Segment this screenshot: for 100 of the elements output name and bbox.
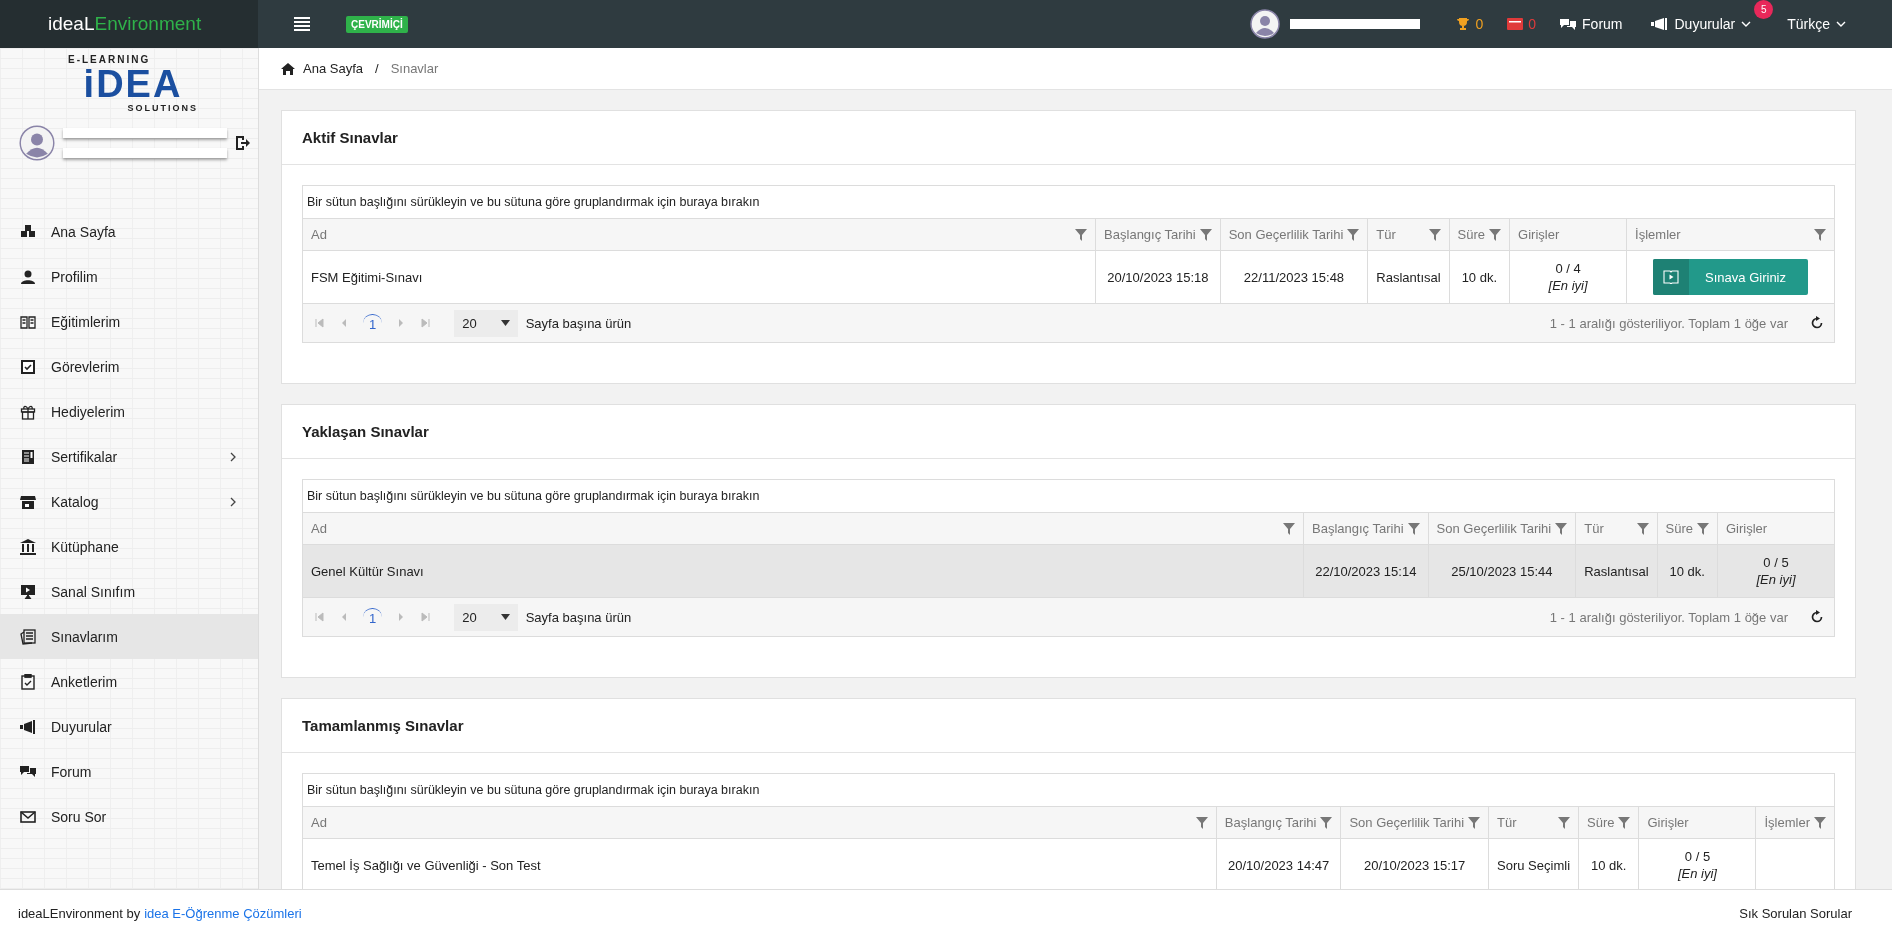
sidebar-item[interactable]: Sanal Sınıfım: [0, 569, 258, 614]
table-cell: 25/10/2023 15:44: [1428, 544, 1576, 597]
column-header[interactable]: Girişler: [1717, 513, 1834, 545]
sidebar-item[interactable]: Ana Sayfa: [0, 209, 258, 254]
cubes-icon: [20, 223, 36, 240]
filter-icon[interactable]: [1283, 522, 1296, 535]
filter-icon[interactable]: [1428, 228, 1441, 241]
column-header[interactable]: Tür: [1575, 513, 1658, 545]
sidebar-item[interactable]: Soru Sor: [0, 794, 258, 839]
pager-info: 1 - 1 aralığı gösteriliyor. Toplam 1 öğe var: [1549, 609, 1788, 625]
page-number[interactable]: 1: [363, 608, 383, 626]
card-icon[interactable]: [1507, 18, 1524, 30]
entries-count: 0 / 5: [1683, 848, 1712, 865]
forum-link[interactable]: Forum: [1560, 16, 1623, 32]
sidebar-item[interactable]: Sınavlarım: [0, 614, 258, 659]
sidebar-item[interactable]: Kütüphane: [0, 524, 258, 569]
sidebar-item[interactable]: Anketlerim: [0, 659, 258, 704]
sidebar-item[interactable]: Katalog: [0, 479, 258, 524]
column-header[interactable]: Başlangıç Tarihi: [1095, 219, 1221, 251]
papers-icon: [20, 628, 36, 645]
column-header[interactable]: Süre: [1578, 807, 1639, 839]
filter-icon[interactable]: [1814, 816, 1826, 829]
refresh-icon[interactable]: [1810, 316, 1824, 330]
column-header[interactable]: Son Geçerlilik Tarihi: [1428, 513, 1576, 545]
presentation-icon: [20, 583, 36, 600]
trophy-icon[interactable]: [1456, 17, 1471, 31]
home-icon[interactable]: [281, 62, 295, 75]
sidebar-item[interactable]: Eğitimlerim: [0, 299, 258, 344]
column-header[interactable]: Süre: [1449, 219, 1510, 251]
page-size-dropdown[interactable]: 20: [454, 603, 518, 631]
sidebar-item[interactable]: Sertifikalar: [0, 434, 258, 479]
panel-title: Yaklaşan Sınavlar: [282, 405, 1855, 459]
column-header[interactable]: Başlangıç Tarihi: [1216, 807, 1341, 839]
avatar-icon: [19, 125, 55, 161]
page-number[interactable]: 1: [363, 314, 383, 332]
column-header[interactable]: Ad: [303, 513, 1304, 545]
column-header[interactable]: Girişler: [1639, 807, 1756, 839]
filter-icon[interactable]: [1195, 816, 1208, 829]
table-cell: Raslantısal: [1575, 544, 1658, 597]
footer-text: ideaLEnvironment by: [18, 906, 141, 921]
table-cell: Genel Kültür Sınavı: [303, 544, 1304, 597]
filter-icon[interactable]: [1320, 816, 1333, 829]
filter-icon[interactable]: [1407, 522, 1420, 535]
megaphone-icon: [1650, 18, 1669, 30]
menu-icon[interactable]: [294, 17, 310, 31]
filter-icon[interactable]: [1075, 228, 1088, 241]
sidebar-item[interactable]: Hediyelerim: [0, 389, 258, 434]
column-header[interactable]: İşlemler: [1756, 807, 1834, 839]
column-header[interactable]: Süre: [1657, 513, 1718, 545]
logout-icon[interactable]: [235, 135, 251, 151]
filter-icon[interactable]: [1555, 522, 1568, 535]
logo-text: iDEA: [83, 65, 183, 103]
certificate-icon: [20, 448, 36, 465]
page-size-label: Sayfa başına ürün: [525, 609, 632, 625]
column-header[interactable]: Son Geçerlilik Tarihi: [1220, 219, 1368, 251]
faq-link[interactable]: Sık Sorulan Sorular: [1739, 906, 1852, 921]
library-icon: [20, 538, 36, 555]
table-cell: FSM Eğitimi-Sınavı: [303, 250, 1096, 303]
filter-icon[interactable]: [1618, 816, 1631, 829]
filter-icon[interactable]: [1697, 522, 1709, 535]
avatar-icon[interactable]: [1250, 9, 1281, 39]
column-header[interactable]: Tür: [1367, 219, 1450, 251]
filter-icon[interactable]: [1347, 228, 1360, 241]
status-badge: ÇEVRİMİÇİ: [346, 15, 408, 33]
logo-text: Environment: [94, 13, 202, 35]
sidebar-item[interactable]: Duyurular: [0, 704, 258, 749]
column-header[interactable]: Tür: [1488, 807, 1579, 839]
language-menu[interactable]: Türkçe: [1787, 16, 1846, 32]
sidebar-item[interactable]: Görevlerim: [0, 344, 258, 389]
filter-icon[interactable]: [1814, 228, 1826, 241]
page-size-dropdown[interactable]: 20: [454, 309, 518, 337]
column-header[interactable]: İşlemler: [1626, 219, 1834, 251]
column-header[interactable]: Son Geçerlilik Tarihi: [1340, 807, 1489, 839]
chevron-icon: [230, 451, 236, 462]
filter-icon[interactable]: [1199, 228, 1212, 241]
caret-icon: [1741, 21, 1752, 27]
column-header[interactable]: Girişler: [1509, 219, 1627, 251]
filter-icon[interactable]: [1636, 522, 1649, 535]
sidebar-item[interactable]: Profilim: [0, 254, 258, 299]
table-cell: 22/10/2023 15:14: [1303, 544, 1429, 597]
logo-text: ideaL: [48, 13, 95, 35]
card-count: 0: [1528, 16, 1537, 32]
filter-icon[interactable]: [1558, 816, 1570, 829]
column-header[interactable]: Ad: [303, 807, 1217, 839]
refresh-icon[interactable]: [1810, 610, 1824, 624]
notification-badge: 5: [1754, 0, 1774, 19]
best-label: [En iyi]: [1755, 571, 1797, 588]
sidebar-item[interactable]: Forum: [0, 749, 258, 794]
breadcrumb-link[interactable]: Ana Sayfa: [303, 61, 363, 76]
megaphone-icon: [20, 718, 36, 735]
start-exam-button[interactable]: Sınava Giriniz: [1653, 259, 1808, 295]
footer-link[interactable]: idea E-Öğrenme Çözümleri: [144, 906, 302, 921]
table-row[interactable]: Genel Kültür Sınavı 22/10/2023 15:14 25/10/2023 15:44 Raslantısal 10 dk. 0 / 5 [En iyi]: [303, 544, 1834, 597]
breadcrumb-separator: /: [375, 61, 379, 76]
column-header[interactable]: Ad: [303, 219, 1096, 251]
filter-icon[interactable]: [1468, 816, 1481, 829]
best-label: [En iyi]: [1676, 865, 1718, 882]
entries-count: 0 / 4: [1554, 260, 1582, 277]
filter-icon[interactable]: [1489, 228, 1502, 241]
column-header[interactable]: Başlangıç Tarihi: [1303, 513, 1429, 545]
